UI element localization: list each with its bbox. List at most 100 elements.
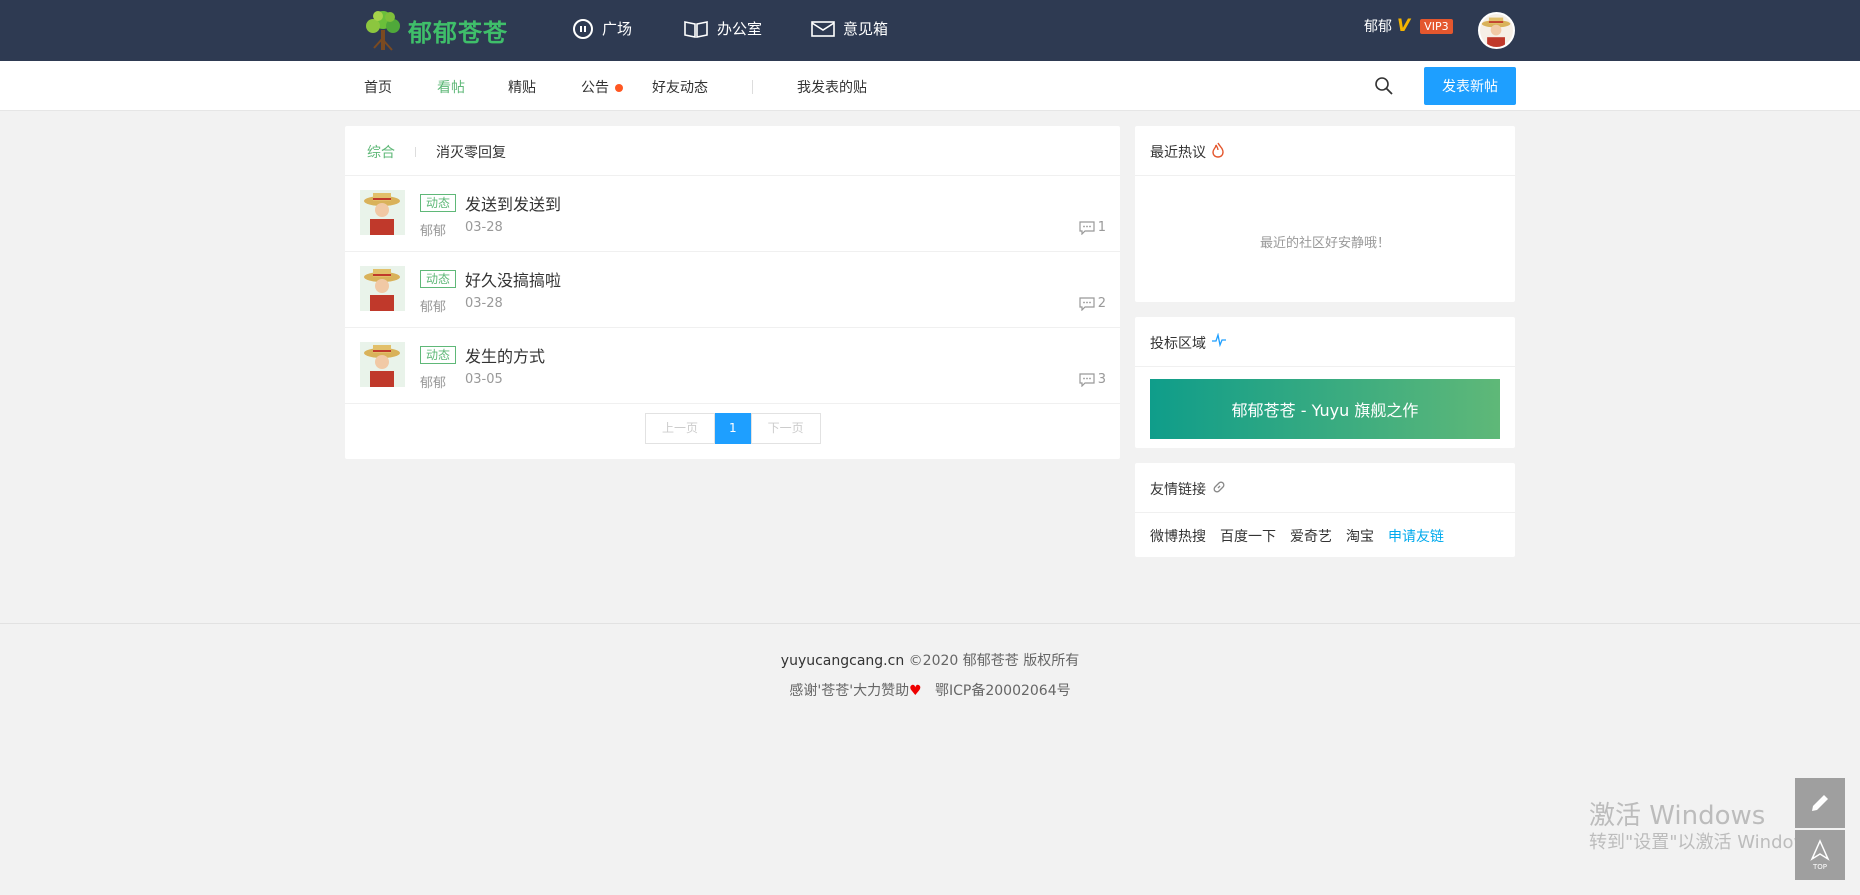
post-avatar[interactable]	[360, 342, 405, 387]
comment-count-value: 2	[1097, 296, 1106, 311]
hot-topics-header: 最近热议	[1135, 126, 1515, 176]
subnav-featured[interactable]: 精贴	[508, 77, 536, 97]
subnav-divider	[752, 80, 753, 94]
post-title[interactable]: 好久没搞搞啦	[465, 267, 561, 291]
straw-hat-avatar-icon	[364, 269, 400, 311]
nav-plaza[interactable]: 广场	[572, 18, 632, 39]
footer-icp[interactable]: 鄂ICP备20002064号	[935, 683, 1071, 699]
link-baidu[interactable]: 百度一下	[1220, 526, 1276, 546]
footer: yuyucangcang.cn ©2020 郁郁苍苍 版权所有 感谢'苍苍'大力…	[0, 623, 1860, 895]
friend-links-title: 友情链接	[1150, 482, 1206, 498]
vip-level-badge: VIP3	[1420, 18, 1453, 34]
link-weibo[interactable]: 微博热搜	[1150, 526, 1206, 546]
post-avatar[interactable]	[360, 266, 405, 311]
subnav-my-posts[interactable]: 我发表的贴	[797, 77, 867, 97]
pencil-icon	[1812, 795, 1828, 811]
footer-copyright: ©2020 郁郁苍苍 版权所有	[908, 653, 1080, 669]
filter-tabs: 综合 消灭零回复	[345, 126, 1120, 176]
heart-icon: ♥	[909, 683, 922, 699]
back-to-top-button[interactable]: TOP	[1795, 830, 1845, 880]
link-icon	[1213, 481, 1225, 493]
comment-count: 3	[1079, 372, 1106, 387]
footer-thanks: 感谢'苍苍'大力赞助	[789, 683, 910, 699]
post-author[interactable]: 郁郁	[420, 296, 446, 315]
new-post-button[interactable]: 发表新帖	[1424, 67, 1516, 105]
tab-zero-reply[interactable]: 消灭零回复	[436, 142, 506, 162]
comment-icon	[1079, 372, 1095, 387]
straw-hat-avatar-icon	[364, 345, 400, 387]
vip-v-mark: V	[1397, 16, 1411, 36]
link-iqiyi[interactable]: 爱奇艺	[1290, 526, 1332, 546]
link-taobao[interactable]: 淘宝	[1346, 526, 1374, 546]
apply-link-button[interactable]: 申请友链	[1388, 526, 1444, 546]
back-to-top-label: TOP	[1812, 863, 1827, 871]
book-icon	[684, 20, 708, 38]
pulse-icon	[1212, 333, 1226, 347]
post-author[interactable]: 郁郁	[420, 220, 446, 239]
post-item[interactable]: 动态 发送到发送到 郁郁 03-28 1	[345, 176, 1120, 252]
hot-topics-panel: 最近热议 最近的社区好安静哦！	[1135, 126, 1515, 302]
footer-site-link[interactable]: yuyucangcang.cn	[781, 653, 904, 669]
post-tag: 动态	[420, 270, 457, 288]
footer-thanks-line: 感谢'苍苍'大力赞助♥ 鄂ICP备20002064号	[0, 680, 1860, 700]
straw-hat-avatar-icon	[364, 193, 400, 235]
mail-icon	[811, 20, 835, 37]
subnav-home[interactable]: 首页	[364, 77, 392, 97]
ad-banner[interactable]: 郁郁苍苍 - Yuyu 旗舰之作	[1150, 379, 1500, 439]
top-header: 郁郁苍苍 广场 办公室 意见箱 郁郁 V VIP3	[0, 0, 1860, 61]
post-author[interactable]: 郁郁	[420, 372, 446, 391]
next-page-button[interactable]: 下一页	[750, 413, 821, 444]
subnav-announcement[interactable]: 公告	[581, 77, 623, 97]
friend-links-panel: 友情链接 微博热搜 百度一下 爱奇艺 淘宝 申请友链	[1135, 463, 1515, 557]
hot-topics-title: 最近热议	[1150, 145, 1206, 161]
edit-float-button[interactable]	[1795, 778, 1845, 828]
post-date: 03-05	[465, 372, 503, 387]
activation-watermark-title: 激活 Windows	[1589, 801, 1766, 831]
new-dot-icon	[615, 84, 623, 92]
post-title[interactable]: 发送到发送到	[465, 191, 561, 215]
friend-links-list: 微博热搜 百度一下 爱奇艺 淘宝 申请友链	[1135, 513, 1515, 559]
nav-plaza-label: 广场	[602, 20, 633, 38]
page-1-button[interactable]: 1	[715, 413, 751, 444]
tab-divider	[415, 147, 416, 157]
sub-nav-bar	[0, 61, 1860, 111]
comment-count-value: 3	[1097, 372, 1106, 387]
straw-hat-avatar-icon	[1480, 14, 1513, 47]
username: 郁郁	[1364, 19, 1392, 35]
friend-links-header: 友情链接	[1135, 463, 1515, 513]
logo-text: 郁郁苍苍	[408, 18, 508, 47]
chat-bubble-icon	[573, 18, 593, 39]
user-info[interactable]: 郁郁 V VIP3	[1364, 16, 1453, 36]
nav-office[interactable]: 办公室	[683, 18, 762, 39]
ad-panel: 投标区域 郁郁苍苍 - Yuyu 旗舰之作	[1135, 317, 1515, 448]
post-title[interactable]: 发生的方式	[465, 343, 545, 367]
user-avatar[interactable]	[1478, 12, 1515, 49]
nav-mailbox[interactable]: 意见箱	[811, 18, 888, 39]
post-date: 03-28	[465, 220, 503, 235]
comment-count-value: 1	[1097, 220, 1106, 235]
hot-topics-empty: 最近的社区好安静哦！	[1259, 236, 1390, 251]
nav-office-label: 办公室	[717, 20, 763, 38]
subnav-view-posts[interactable]: 看帖	[437, 77, 465, 97]
prev-page-button[interactable]: 上一页	[645, 413, 716, 444]
rocket-icon	[1810, 839, 1830, 861]
post-item[interactable]: 动态 好久没搞搞啦 郁郁 03-28 2	[345, 252, 1120, 328]
comment-count: 1	[1079, 220, 1106, 235]
ad-header: 投标区域	[1135, 317, 1515, 367]
post-item[interactable]: 动态 发生的方式 郁郁 03-05 3	[345, 328, 1120, 404]
logo[interactable]: 郁郁苍苍	[362, 8, 508, 52]
tree-logo-icon	[366, 11, 400, 51]
footer-copyright-line: yuyucangcang.cn ©2020 郁郁苍苍 版权所有	[0, 650, 1860, 670]
post-avatar[interactable]	[360, 190, 405, 235]
comment-icon	[1079, 296, 1095, 311]
post-tag: 动态	[420, 194, 457, 212]
subnav-announcement-label: 公告	[581, 80, 609, 96]
tab-all[interactable]: 综合	[367, 142, 395, 162]
subnav-friends[interactable]: 好友动态	[652, 77, 708, 97]
comment-icon	[1079, 220, 1095, 235]
post-list-panel: 综合 消灭零回复 动态 发送到发送到 郁郁 03-28 1 动态 好久没搞搞啦 …	[345, 126, 1120, 459]
search-icon[interactable]	[1374, 76, 1394, 96]
pagination: 上一页 1 下一页	[645, 413, 821, 444]
post-tag: 动态	[420, 346, 457, 364]
comment-count: 2	[1079, 296, 1106, 311]
